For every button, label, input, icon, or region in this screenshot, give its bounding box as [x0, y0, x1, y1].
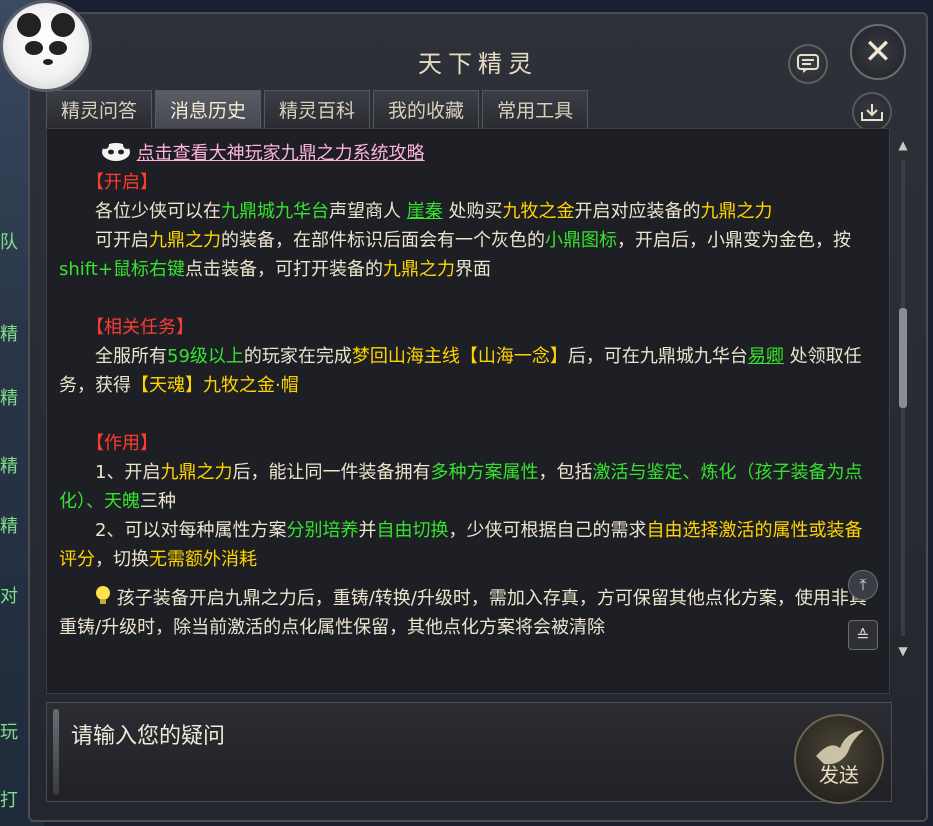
question-input[interactable] — [69, 715, 773, 757]
backdrop-tag: 精 — [0, 324, 18, 345]
send-button[interactable]: 发送 — [794, 714, 884, 804]
chat-button[interactable] — [788, 44, 828, 84]
panda-avatar[interactable] — [0, 0, 92, 92]
send-label: 发送 — [819, 763, 859, 787]
section-header-effect: 【作用】 — [86, 433, 158, 454]
npc-link-yaqin[interactable]: 崖秦 — [407, 201, 443, 222]
backdrop-tag: 对 — [0, 586, 18, 607]
message-panel[interactable]: 点击查看大神玩家九鼎之力系统攻略 【开启】 各位少侠可以在九鼎城九华台声望商人 … — [46, 128, 890, 694]
chat-bubble-icon — [797, 54, 819, 73]
tab-message-history[interactable]: 消息历史 — [155, 90, 262, 128]
tab-spirit-wiki[interactable]: 精灵百科 — [264, 90, 371, 128]
effect-paragraph-1: 1、开启九鼎之力后，能让同一件装备拥有多种方案属性，包括激活与鉴定、炼化（孩子装… — [59, 462, 863, 512]
scroll-down-icon[interactable]: ▼ — [896, 644, 910, 658]
scroll-thumb[interactable] — [899, 308, 907, 408]
panda-ear-icon — [17, 13, 41, 37]
task-paragraph: 全服所有59级以上的玩家在完成梦回山海主线【山海一念】后，可在九鼎城九华台易卿 … — [59, 346, 862, 396]
open-paragraph-2: 可开启九鼎之力的装备，在部件标识后面会有一个灰色的小鼎图标，开启后，小鼎变为金色… — [59, 230, 851, 280]
npc-link-yiqing[interactable]: 易卿 — [748, 346, 784, 367]
guide-link[interactable]: 点击查看大神玩家九鼎之力系统攻略 — [137, 143, 425, 164]
scroll-to-top-icon: ⤒ — [859, 575, 867, 594]
backdrop-tag: 玩 — [0, 722, 18, 743]
panda-ear-icon — [51, 13, 75, 37]
panda-mini-icon — [100, 141, 131, 161]
panda-eye-icon — [49, 41, 67, 55]
collapse-icon: ≙ — [856, 625, 870, 645]
collapse-button[interactable]: ≙ — [848, 620, 878, 650]
scroll-to-top-button[interactable]: ⤒ — [848, 570, 878, 600]
backdrop-tag: 队 — [0, 232, 18, 253]
lightbulb-icon — [96, 586, 110, 604]
tab-bar: 精灵问答 消息历史 精灵百科 我的收藏 常用工具 — [46, 90, 589, 128]
section-header-open: 【开启】 — [86, 172, 158, 193]
question-input-area — [46, 702, 892, 802]
tab-common-tools[interactable]: 常用工具 — [482, 90, 589, 128]
backdrop-tag: 精 — [0, 388, 18, 409]
effect-paragraph-2: 2、可以对每种属性方案分别培养并自由切换，少侠可根据自己的需求自由选择激活的属性… — [59, 520, 863, 570]
input-rail — [53, 709, 59, 795]
close-icon: ✕ — [863, 32, 893, 72]
spirit-dialog: 天下精灵 ✕ 精灵问答 消息历史 精灵百科 我的收藏 常用工具 点击查看大神玩家… — [28, 12, 928, 822]
close-button[interactable]: ✕ — [850, 24, 906, 80]
save-button[interactable] — [852, 92, 892, 132]
tab-spirit-qa[interactable]: 精灵问答 — [46, 90, 153, 128]
save-tray-icon — [861, 104, 883, 121]
message-body: 点击查看大神玩家九鼎之力系统攻略 【开启】 各位少侠可以在九鼎城九华台声望商人 … — [59, 139, 871, 642]
scroll-up-icon[interactable]: ▲ — [896, 138, 910, 152]
backdrop-tag: 打 — [0, 790, 18, 811]
section-header-task: 【相关任务】 — [86, 317, 194, 338]
backdrop-tag: 精 — [0, 516, 18, 537]
open-paragraph: 各位少侠可以在九鼎城九华台声望商人 崖秦 处购买九牧之金开启对应装备的九鼎之力 — [95, 201, 773, 222]
tab-my-favorites[interactable]: 我的收藏 — [373, 90, 480, 128]
backdrop-tag: 精 — [0, 456, 18, 477]
scrollbar[interactable]: ▲ ▼ — [896, 138, 910, 658]
panda-nose-icon — [43, 59, 53, 65]
panda-eye-icon — [25, 41, 43, 55]
guide-link-row: 点击查看大神玩家九鼎之力系统攻略 — [59, 139, 871, 168]
tip-paragraph: 孩子装备开启九鼎之力后，重铸/转换/升级时，需加入存真，方可保留其他点化方案，使… — [59, 584, 871, 642]
